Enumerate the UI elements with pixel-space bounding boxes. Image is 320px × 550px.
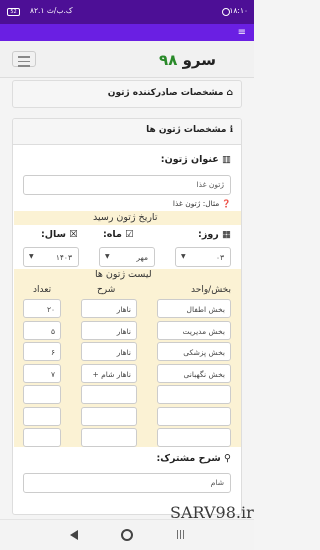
- brand-logo[interactable]: سرو ۹۸: [159, 51, 216, 69]
- menu-toggle-button[interactable]: [12, 51, 36, 67]
- recent-apps-icon[interactable]: |||: [176, 529, 188, 541]
- token-list-caption: لیست ژتون ها: [95, 269, 152, 280]
- row-section-input[interactable]: [157, 385, 231, 404]
- row-section-input[interactable]: بخش پزشکی: [157, 342, 231, 361]
- chevron-down-icon: ▼: [105, 253, 110, 260]
- column-header-count: تعداد: [33, 285, 52, 295]
- year-label: ☒ سال:: [41, 229, 78, 240]
- row-count-input[interactable]: [23, 428, 61, 447]
- token-title-label: ▥ عنوان ژتون:: [160, 154, 231, 165]
- row-section-value: بخش نگهبانی: [183, 369, 225, 379]
- example-hint: ❓ مثال: ژتون غذا: [172, 199, 231, 208]
- browser-menu-icon[interactable]: ≡: [238, 28, 246, 38]
- clock: ۱۸:۱۰: [229, 6, 248, 15]
- row-count-input[interactable]: ۷: [23, 363, 61, 383]
- row-desc-value: ناهار شام +: [92, 369, 132, 379]
- row-count-value: ۵: [50, 326, 55, 336]
- row-count-value: ۷: [50, 369, 55, 379]
- row-section-input[interactable]: بخش اطفال: [157, 299, 231, 318]
- row-count-value: ۲۰: [46, 305, 55, 314]
- row-section-input[interactable]: بخش نگهبانی: [157, 363, 231, 383]
- year-select[interactable]: ۱۴۰۳ ▼: [23, 247, 79, 267]
- question-icon: ❓: [221, 199, 231, 208]
- info-icon: ℹ: [229, 125, 233, 135]
- column-header-section: بخش/واحد: [191, 285, 231, 295]
- common-desc-value: شام: [210, 478, 224, 487]
- row-section-value: بخش مدیریت: [182, 326, 225, 336]
- month-value: مهر: [136, 253, 148, 262]
- month-select[interactable]: مهر ▼: [99, 247, 155, 267]
- row-desc-input[interactable]: ناهار: [81, 342, 137, 361]
- issuer-card[interactable]: ⌂ مشخصات صادرکننده ژتون: [12, 80, 242, 108]
- chevron-down-icon: ▼: [29, 253, 34, 260]
- brand-text: سرو: [182, 51, 216, 69]
- row-count-input[interactable]: ۲۰: [23, 299, 61, 318]
- network-speed: ۸۲.۱ ک.ب/ث: [30, 6, 73, 15]
- tokens-card-header: ℹ مشخصات ژتون ها: [13, 119, 241, 145]
- row-desc-value: ناهار: [116, 305, 131, 314]
- calendar-icon: ▦: [222, 229, 231, 240]
- map-pin-icon: ⚲: [224, 453, 231, 464]
- barcode-icon: ▥: [222, 154, 231, 165]
- row-section-input[interactable]: [157, 406, 231, 426]
- row-desc-input[interactable]: ناهار: [81, 299, 137, 318]
- receipt-date-caption: تاریخ ژتون رسید: [93, 212, 158, 223]
- browser-top-band: ≡: [0, 24, 254, 41]
- row-desc-input[interactable]: ناهار: [81, 320, 137, 340]
- token-title-input[interactable]: ژتون غذا: [23, 175, 231, 195]
- row-count-input[interactable]: ۵: [23, 320, 61, 340]
- common-desc-label: ⚲ شرح مشترک:: [156, 453, 231, 464]
- calendar-check-icon: ☑: [125, 229, 134, 240]
- day-value: ۰۳: [215, 253, 224, 262]
- row-desc-input[interactable]: [81, 428, 137, 447]
- column-header-desc: شرح: [97, 285, 116, 295]
- month-label: ☑ ماه:: [103, 229, 134, 240]
- common-desc-input[interactable]: شام: [23, 473, 231, 493]
- day-select[interactable]: ۰۳ ▼: [175, 247, 231, 267]
- status-bar: 52 ۸۲.۱ ک.ب/ث ۱۸:۱۰: [0, 0, 254, 24]
- row-section-value: بخش اطفال: [186, 305, 225, 314]
- row-count-input[interactable]: ۶: [23, 342, 61, 361]
- year-value: ۱۴۰۳: [55, 253, 72, 262]
- day-label: ▦ روز:: [198, 229, 231, 240]
- battery-icon: 52: [7, 8, 20, 16]
- home-button-icon[interactable]: [121, 529, 133, 541]
- issuer-card-title: مشخصات صادرکننده ژتون: [107, 88, 224, 98]
- row-count-input[interactable]: [23, 385, 61, 404]
- tokens-card-title: مشخصات ژتون ها: [146, 125, 227, 135]
- row-section-value: بخش پزشکی: [183, 348, 225, 357]
- calendar-x-icon: ☒: [69, 229, 78, 240]
- android-nav-bar: |||: [0, 519, 254, 550]
- row-desc-value: ناهار: [116, 326, 131, 336]
- navbar: سرو ۹۸: [0, 41, 254, 78]
- row-section-input[interactable]: [157, 428, 231, 447]
- token-title-placeholder: ژتون غذا: [196, 180, 224, 189]
- row-desc-input[interactable]: ناهار شام +: [81, 363, 137, 383]
- row-desc-input[interactable]: [81, 406, 137, 426]
- row-count-value: ۶: [50, 348, 55, 357]
- row-count-input[interactable]: [23, 406, 61, 426]
- brand-number: ۹۸: [159, 51, 178, 69]
- row-desc-value: ناهار: [116, 348, 131, 357]
- tokens-card: ℹ مشخصات ژتون ها ▥ عنوان ژتون: ژتون غذا …: [12, 118, 242, 515]
- battery-level: 52: [10, 9, 17, 15]
- row-section-input[interactable]: بخش مدیریت: [157, 320, 231, 340]
- home-icon: ⌂: [226, 88, 233, 98]
- back-icon[interactable]: [70, 530, 78, 540]
- chevron-down-icon: ▼: [181, 253, 186, 260]
- row-desc-input[interactable]: [81, 385, 137, 404]
